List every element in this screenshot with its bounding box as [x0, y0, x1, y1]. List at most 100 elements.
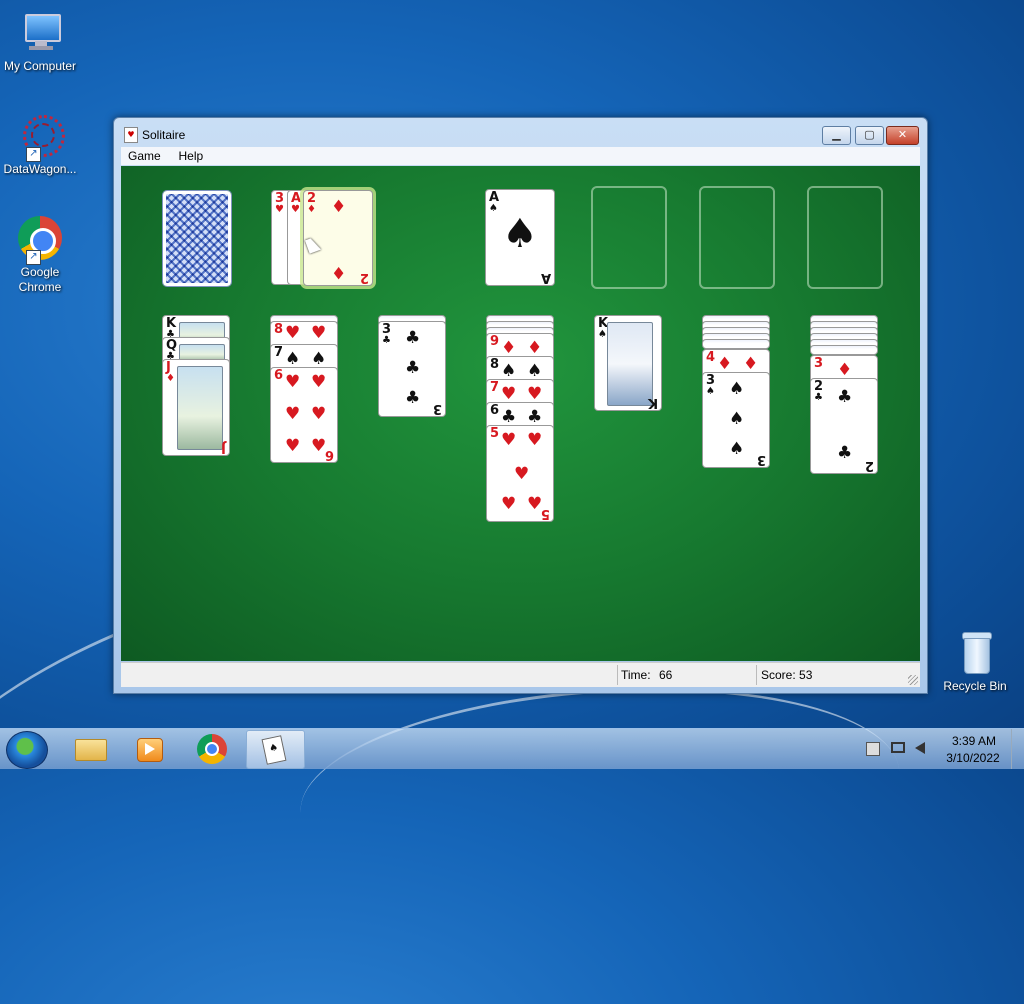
datawagon-icon: ↗ — [17, 113, 65, 162]
face-down-card — [702, 339, 770, 349]
tableau-card[interactable]: 6 ♥ ♥ ♥ ♥ ♥ ♥ 6 — [270, 367, 338, 463]
menu-help[interactable]: Help — [172, 147, 211, 165]
status-bar: Time: 66 Score: 53 — [121, 662, 920, 687]
tray-flag-icon[interactable] — [866, 742, 880, 756]
card-rank: 3 — [756, 452, 766, 467]
minimize-button[interactable]: ▁ — [822, 126, 851, 145]
shortcut-arrow-icon: ↗ — [26, 250, 41, 265]
card-pip: ♦ — [717, 354, 733, 374]
card-pip: ♠ — [501, 361, 517, 381]
solitaire-app-icon: ♥ — [124, 127, 138, 143]
card-rank: 2 — [359, 270, 369, 285]
card-pip: ♥ — [311, 372, 327, 392]
shortcut-arrow-icon: ↗ — [26, 147, 41, 162]
menu-bar: Game Help — [121, 147, 920, 165]
maximize-button[interactable]: ▢ — [855, 126, 884, 145]
card-rank: 4 — [706, 350, 716, 365]
card-rank: 3 — [814, 356, 824, 371]
start-button[interactable] — [6, 731, 48, 769]
card-pip: ♣ — [405, 358, 421, 378]
desktop-icon-google-chrome[interactable]: ↗ Google Chrome — [0, 216, 80, 295]
card-pip: ♥ — [285, 436, 301, 456]
solitaire-card-icon: ♠ — [261, 735, 287, 765]
card-pip: ♦ — [331, 262, 347, 282]
card-rank: 9 — [490, 334, 500, 349]
card-pip: ♦ — [837, 360, 853, 380]
desktop-icon-label: My Computer — [3, 59, 77, 73]
card-pip: ♥ — [285, 323, 301, 343]
card-face-picture — [607, 322, 653, 406]
card-pip: ♠ — [311, 349, 327, 369]
card-pip: ♠ — [502, 211, 538, 257]
taskbar-chrome[interactable] — [185, 730, 239, 767]
taskbar-file-explorer[interactable] — [62, 730, 116, 767]
status-separator — [617, 665, 618, 685]
status-time-label: Time: — [621, 668, 651, 682]
foundation-3[interactable] — [699, 186, 775, 289]
card-suit: ♥ — [291, 204, 300, 215]
tray-clock-time[interactable]: 3:39 AM — [944, 734, 1004, 748]
window-titlebar[interactable]: ♥ Solitaire ▁ ▢ ✕ — [114, 118, 927, 148]
taskbar-solitaire[interactable]: ♠ — [246, 730, 305, 769]
card-pip: ♥ — [501, 430, 517, 450]
card-pip: ♥ — [311, 323, 327, 343]
play-icon — [145, 743, 155, 755]
card-pip: ♠ — [729, 409, 745, 429]
card-rank: J — [221, 440, 226, 455]
chrome-icon: ↗ — [17, 216, 63, 265]
tableau-card[interactable]: 3 ♣ ♣ ♣ ♣ 3 — [378, 321, 446, 417]
desktop-icon-datawagon[interactable]: ↗ DataWagon... — [0, 113, 80, 177]
card-rank: 2 — [864, 458, 874, 473]
card-suit: ♠ — [706, 386, 715, 397]
card-face-picture — [177, 366, 223, 450]
card-rank: 6 — [490, 403, 500, 418]
foundation-2[interactable] — [591, 186, 667, 289]
card-pip: ♥ — [514, 464, 530, 484]
menu-game[interactable]: Game — [121, 147, 168, 165]
card-rank: 5 — [540, 506, 550, 521]
foundation-4[interactable] — [807, 186, 883, 289]
card-rank: K — [647, 395, 658, 410]
face-down-card — [810, 345, 878, 355]
card-pip: ♣ — [405, 328, 421, 348]
tableau-card[interactable]: 5 ♥ ♥ ♥ ♥ ♥ 5 — [486, 425, 554, 522]
window-title: Solitaire — [142, 128, 186, 142]
card-pip: ♥ — [311, 436, 327, 456]
foundation-1[interactable]: A ♠ ♠ A — [485, 189, 555, 286]
desktop-icon-my-computer[interactable]: My Computer — [0, 10, 80, 74]
card-rank: 7 — [274, 345, 284, 360]
folder-icon — [75, 739, 107, 761]
taskbar-media-player[interactable] — [122, 730, 176, 767]
card-rank: 7 — [490, 380, 500, 395]
card-pip: ♥ — [527, 494, 543, 514]
card-pip: ♦ — [743, 354, 759, 374]
card-rank: 3 — [432, 401, 442, 416]
resize-grip-icon[interactable] — [908, 675, 918, 685]
tray-volume-icon[interactable] — [915, 742, 925, 754]
desktop-icon-label: DataWagon... — [3, 162, 77, 176]
status-time-value: 66 — [659, 668, 673, 682]
card-pip: ♠ — [527, 361, 543, 381]
card-pip: ♥ — [501, 384, 517, 404]
tableau-card[interactable]: 2 ♣ ♣ ♣ 2 — [810, 378, 878, 474]
tray-clock-date[interactable]: 3/10/2022 — [940, 751, 1006, 765]
tableau-card[interactable]: 3 ♠ ♠ ♠ ♠ 3 — [702, 372, 770, 468]
tray-network-icon[interactable] — [891, 742, 905, 753]
card-rank: 6 — [324, 447, 334, 462]
card-pip: ♠ — [729, 439, 745, 459]
recycle-bin-icon — [952, 630, 998, 676]
show-desktop-button[interactable] — [1011, 729, 1024, 769]
status-separator — [756, 665, 757, 685]
computer-icon — [17, 10, 63, 56]
card-pip: ♥ — [285, 404, 301, 424]
stock-pile[interactable] — [163, 191, 231, 286]
tableau-card[interactable]: K ♠ K — [594, 315, 662, 411]
card-rank: 6 — [274, 368, 284, 383]
close-button[interactable]: ✕ — [886, 126, 919, 145]
tableau-card[interactable]: J ♦ J — [162, 359, 230, 456]
desktop-icon-label: Google Chrome — [18, 265, 62, 294]
card-pip: ♥ — [527, 430, 543, 450]
chrome-icon-center — [205, 742, 219, 756]
card-rank: 5 — [490, 426, 500, 441]
desktop-icon-recycle-bin[interactable]: Recycle Bin — [935, 630, 1015, 694]
